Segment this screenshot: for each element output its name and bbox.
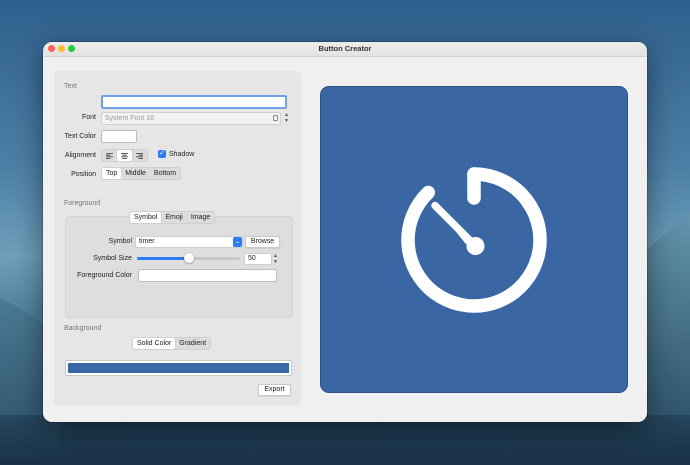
symbol-value: timer bbox=[139, 238, 155, 245]
position-middle-option[interactable]: Middle bbox=[121, 168, 150, 179]
tab-emoji[interactable]: Emoji bbox=[161, 212, 187, 223]
font-label: Font bbox=[81, 114, 96, 121]
align-right-option[interactable] bbox=[132, 150, 147, 161]
tab-gradient[interactable]: Gradient bbox=[175, 338, 210, 349]
tab-solid-color[interactable]: Solid Color bbox=[133, 338, 176, 349]
font-placeholder: System Font 16 bbox=[105, 115, 155, 122]
align-right-icon bbox=[136, 152, 143, 159]
alignment-label: Alignment bbox=[64, 152, 96, 159]
export-button[interactable]: Export bbox=[258, 384, 291, 396]
position-bottom-option[interactable]: Bottom bbox=[150, 168, 180, 179]
chevron-down-icon: ⌄ bbox=[233, 237, 242, 247]
timer-icon bbox=[401, 166, 547, 313]
align-center-icon bbox=[121, 152, 128, 159]
foreground-tabs: Symbol Emoji Image bbox=[129, 211, 216, 224]
foreground-tab-content bbox=[65, 216, 293, 318]
wallpaper-forest bbox=[0, 415, 690, 465]
settings-panel: Text Font System Font 16 ▲ ▼ Text Color A… bbox=[54, 71, 301, 406]
app-window: Button Creator Text Font System Font 16 … bbox=[43, 42, 647, 422]
title-bar: Button Creator bbox=[43, 42, 647, 57]
symbol-size-stepper[interactable]: ▲ ▼ bbox=[272, 253, 279, 265]
position-top-option[interactable]: Top bbox=[102, 168, 122, 179]
text-section-header: Text bbox=[64, 83, 77, 90]
font-size-stepper[interactable]: ▲ ▼ bbox=[283, 112, 290, 124]
align-left-option[interactable] bbox=[102, 150, 117, 161]
shadow-checkbox[interactable]: ✓ bbox=[158, 150, 166, 158]
text-color-label: Text Color bbox=[64, 133, 96, 140]
tab-symbol[interactable]: Symbol bbox=[130, 212, 162, 223]
foreground-color-label: Foreground Color bbox=[77, 272, 132, 279]
foreground-color-well[interactable] bbox=[138, 269, 277, 282]
window-title: Button Creator bbox=[318, 44, 372, 53]
background-color-swatch bbox=[68, 363, 289, 373]
foreground-section-header: Foreground bbox=[64, 200, 101, 207]
background-color-well[interactable] bbox=[65, 360, 292, 376]
button-preview bbox=[320, 86, 628, 393]
background-tabs: Solid Color Gradient bbox=[132, 337, 212, 350]
shadow-label: Shadow bbox=[169, 151, 195, 158]
symbol-size-label: Symbol Size bbox=[93, 255, 132, 262]
align-center-option[interactable] bbox=[117, 150, 132, 161]
symbol-size-field[interactable]: 50 bbox=[244, 253, 272, 265]
alignment-control bbox=[101, 149, 148, 162]
align-left-icon bbox=[106, 152, 113, 159]
text-color-well[interactable] bbox=[101, 130, 137, 143]
tab-image[interactable]: Image bbox=[187, 212, 214, 223]
symbol-label: Symbol bbox=[108, 238, 132, 245]
font-field[interactable]: System Font 16 bbox=[101, 112, 281, 125]
button-text-input[interactable] bbox=[101, 95, 287, 109]
symbol-size-slider-knob[interactable] bbox=[183, 253, 194, 263]
background-section-header: Background bbox=[64, 325, 102, 332]
symbol-popup[interactable]: timer ⌄ bbox=[135, 236, 243, 248]
position-control: Top Middle Bottom bbox=[101, 167, 182, 180]
position-label: Position bbox=[71, 171, 96, 178]
symbol-size-slider[interactable] bbox=[137, 253, 240, 263]
font-panel-icon[interactable] bbox=[273, 115, 278, 121]
symbol-size-slider-fill bbox=[137, 257, 189, 260]
browse-button[interactable]: Browse bbox=[245, 236, 280, 248]
